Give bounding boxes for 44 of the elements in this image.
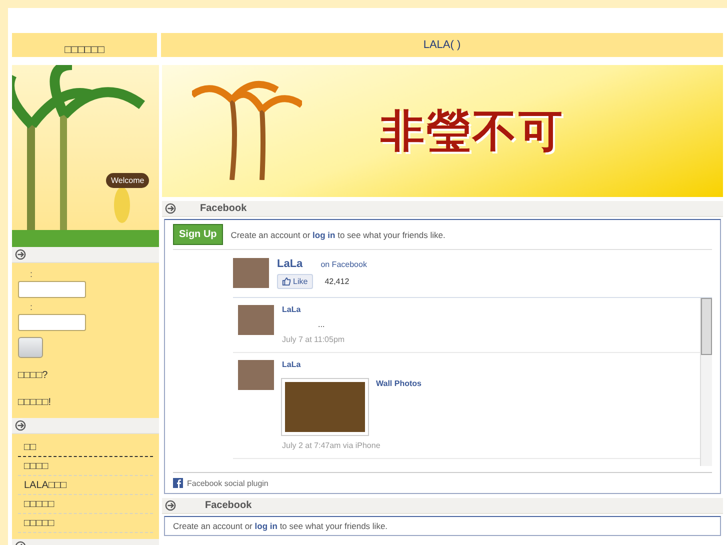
menu-item[interactable]: □□□□□ <box>18 514 153 533</box>
password-field[interactable] <box>18 314 86 331</box>
post-author[interactable]: LaLa <box>282 305 345 314</box>
arrow-circle-icon <box>15 249 26 260</box>
thumbs-up-icon <box>282 277 291 286</box>
banner-title: 非瑩不可 <box>380 106 564 158</box>
sidebar-link[interactable]: □□□□? <box>18 370 153 381</box>
social-plugin-label: Facebook social plugin <box>187 478 268 488</box>
scrollbar[interactable] <box>700 298 712 466</box>
site-title: LALA( ) <box>161 33 723 57</box>
menu-item[interactable]: LALA□□□ <box>18 476 153 495</box>
arrow-circle-icon <box>15 420 26 431</box>
arrow-circle-icon <box>165 203 176 214</box>
photo-placeholder[interactable] <box>282 379 368 435</box>
login-link[interactable]: log in <box>254 521 278 531</box>
post-time: July 7 at 11:05pm <box>282 335 345 344</box>
like-button[interactable]: Like <box>277 274 313 289</box>
welcome-sign: Welcome <box>106 173 150 188</box>
arrow-circle-icon <box>165 500 176 511</box>
facebook-logo-icon <box>173 478 183 488</box>
album-link[interactable]: Wall Photos <box>376 379 422 388</box>
username-label: : <box>30 269 34 279</box>
menu-item[interactable]: □□ <box>18 438 153 457</box>
login-button[interactable] <box>18 337 43 358</box>
login-link[interactable]: log in <box>312 230 336 240</box>
panel-title: Facebook <box>200 203 247 214</box>
panel-title: Facebook <box>205 500 252 511</box>
avatar-placeholder <box>238 305 274 335</box>
avatar-placeholder <box>233 258 269 288</box>
password-label: : <box>30 302 34 312</box>
post-author[interactable]: LaLa <box>282 360 422 369</box>
username-field[interactable] <box>18 281 86 298</box>
sidebar-title: □□□□□□ <box>12 33 157 57</box>
post-text: ... <box>318 320 326 329</box>
signup-prompt: Create an account or log in to see what your friends like. <box>173 521 388 531</box>
like-count: 42,412 <box>324 277 350 286</box>
menu-item[interactable]: □□□□□ <box>18 495 153 514</box>
menu-item[interactable]: □□□□ <box>18 457 153 476</box>
on-facebook-link[interactable]: on Facebook <box>320 260 367 268</box>
page-name[interactable]: LaLa <box>277 258 303 270</box>
avatar-placeholder <box>238 360 274 390</box>
post-time: July 2 at 7:47am via iPhone <box>282 441 382 450</box>
sidebar-link[interactable]: □□□□□! <box>18 397 153 408</box>
signup-prompt: Create an account or log in to see what your friends like. <box>230 230 446 240</box>
